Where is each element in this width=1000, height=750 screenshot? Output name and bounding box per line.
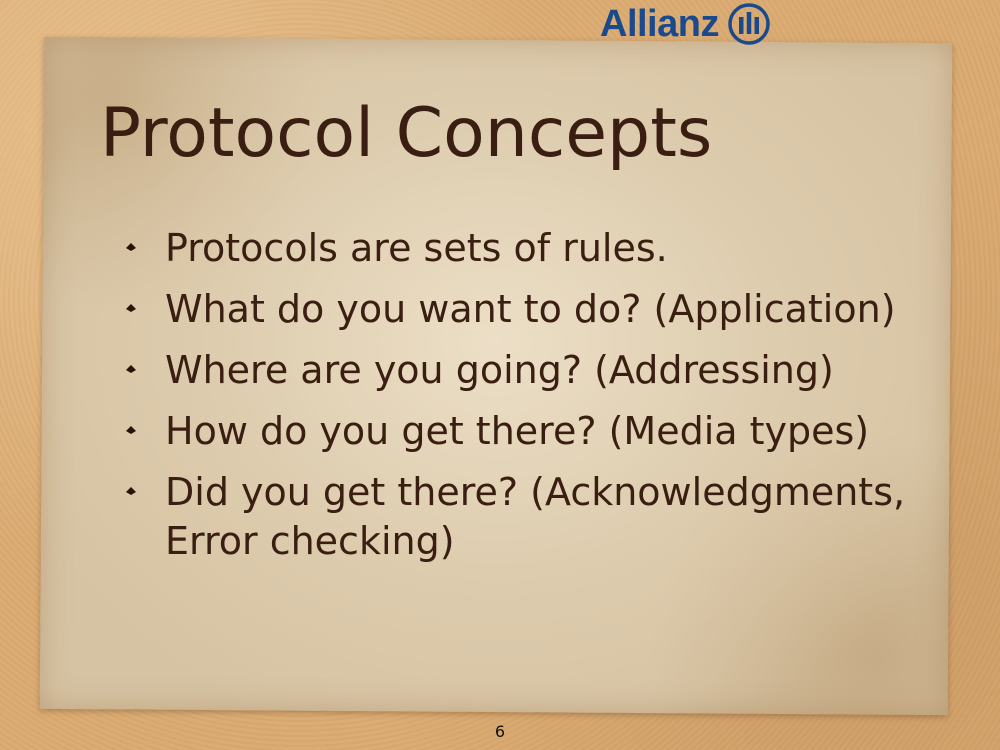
diamond-bullet-icon — [126, 304, 136, 312]
diamond-bullet-icon — [126, 487, 136, 495]
bullet-item: How do you get there? (Media types) — [124, 407, 924, 456]
bullet-text: Did you get there? (Acknowledgments, Err… — [165, 470, 906, 563]
diamond-bullet-icon — [126, 426, 136, 434]
bullet-item: What do you want to do? (Application) — [124, 285, 924, 334]
bullet-list: Protocols are sets of rules. What do you… — [124, 224, 924, 578]
allianz-logo: Allianz — [600, 2, 771, 46]
bullet-text: Protocols are sets of rules. — [165, 226, 668, 270]
page-number: 6 — [494, 722, 506, 741]
bullet-item: Where are you going? (Addressing) — [124, 346, 924, 395]
bullet-text: What do you want to do? (Application) — [165, 287, 896, 331]
slide-title: Protocol Concepts — [100, 94, 713, 173]
diamond-bullet-icon — [126, 243, 136, 251]
diamond-bullet-icon — [126, 365, 136, 373]
allianz-logo-icon — [728, 3, 770, 45]
bullet-text: How do you get there? (Media types) — [165, 409, 870, 453]
bullet-item: Protocols are sets of rules. — [124, 224, 924, 273]
bullet-text: Where are you going? (Addressing) — [165, 348, 834, 392]
logo-text: Allianz — [600, 3, 719, 45]
bullet-item: Did you get there? (Acknowledgments, Err… — [124, 468, 924, 566]
